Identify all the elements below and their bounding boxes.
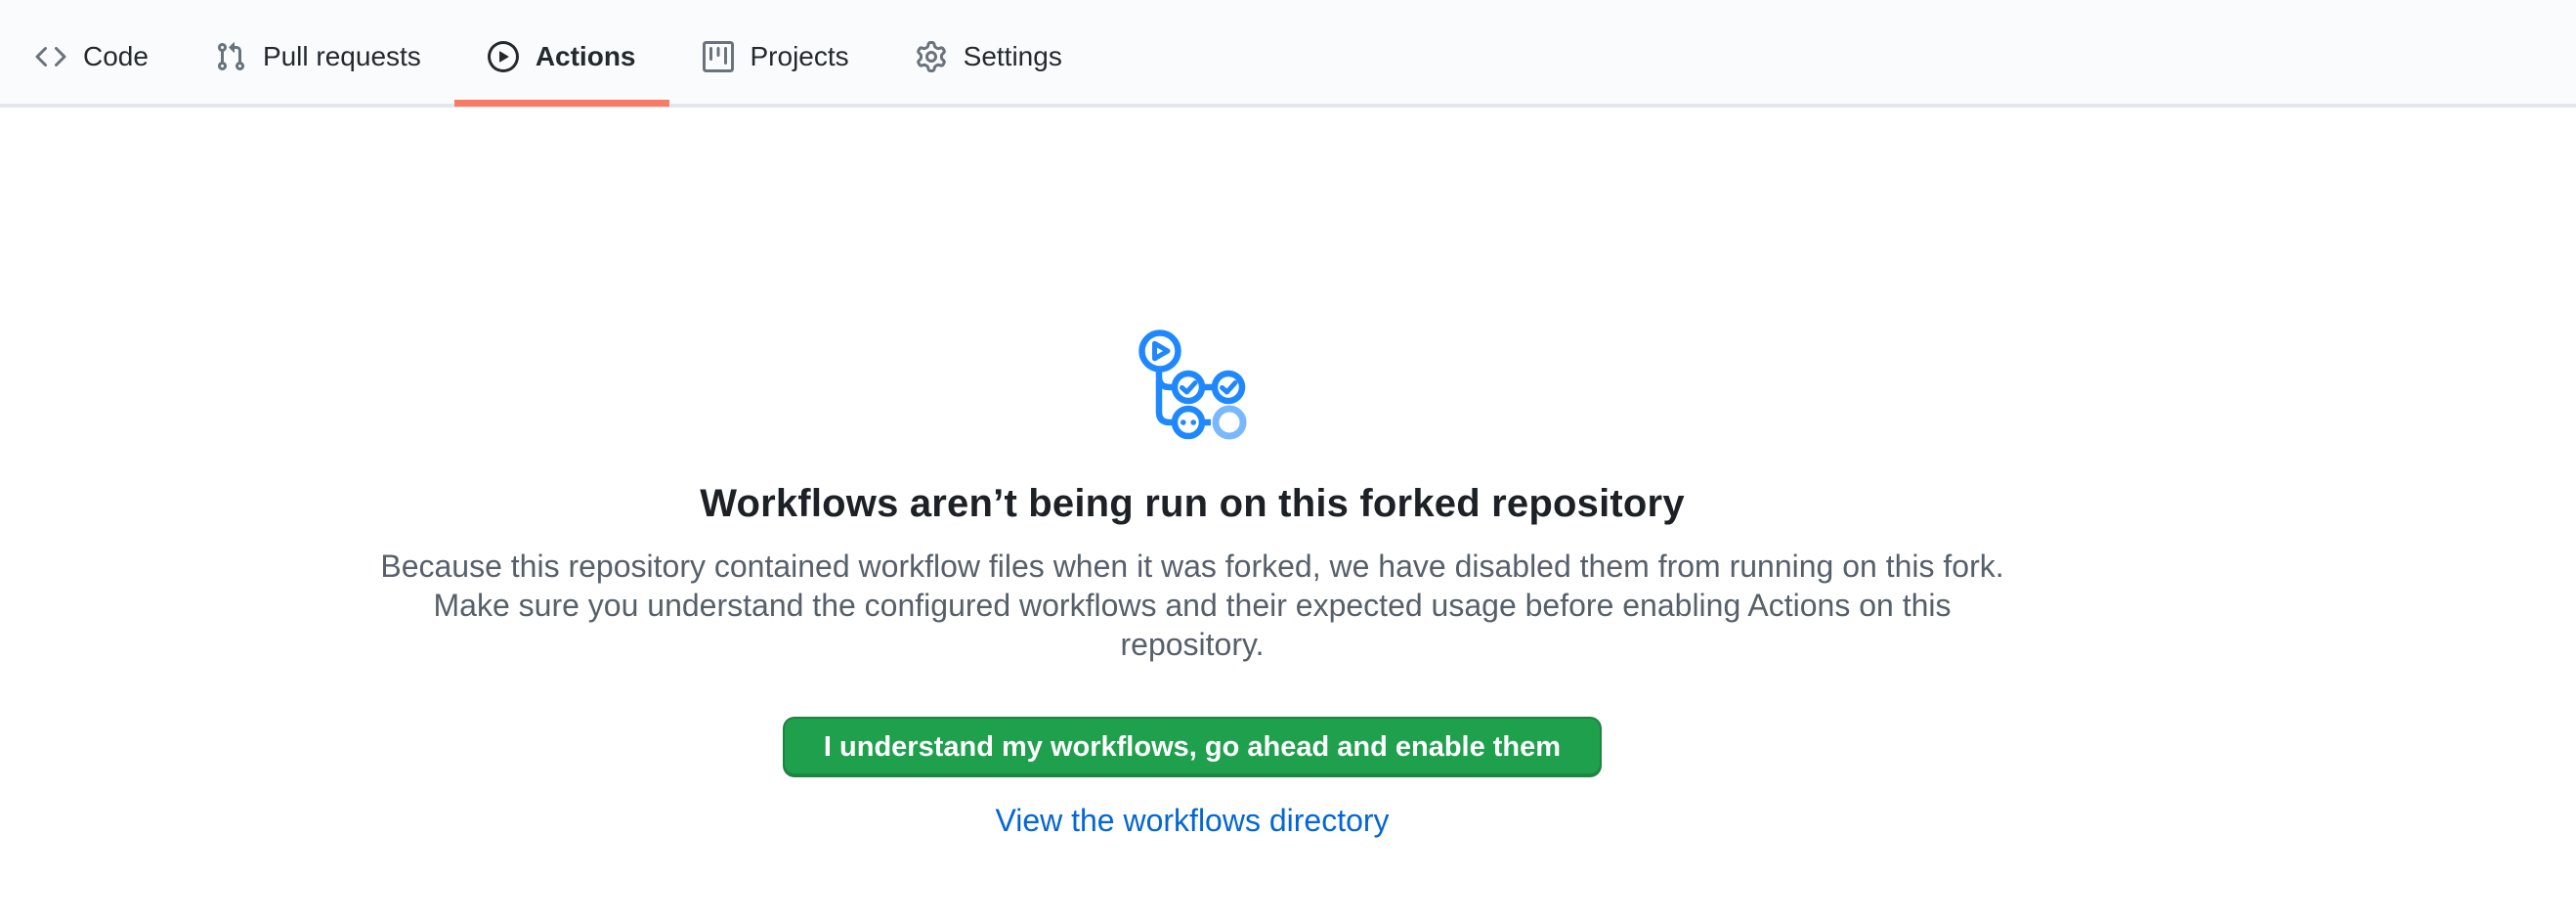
- tab-label: Pull requests: [263, 41, 421, 72]
- code-icon: [35, 41, 66, 72]
- tab-label: Projects: [751, 41, 849, 72]
- play-circle-icon: [488, 41, 519, 72]
- tab-label: Code: [83, 41, 149, 72]
- workflow-graph-icon: [1137, 329, 1248, 440]
- view-workflows-link[interactable]: View the workflows directory: [0, 803, 2384, 839]
- tab-projects[interactable]: Projects: [669, 10, 882, 104]
- blankslate-description: Because this repository contained workfl…: [371, 547, 2013, 664]
- tab-label: Actions: [536, 41, 636, 72]
- enable-workflows-button[interactable]: I understand my workflows, go ahead and …: [783, 717, 1602, 777]
- tab-settings[interactable]: Settings: [882, 10, 1095, 104]
- tab-pull-requests[interactable]: Pull requests: [182, 10, 454, 104]
- gear-icon: [916, 41, 947, 72]
- tab-label: Settings: [964, 41, 1062, 72]
- tab-code[interactable]: Code: [2, 10, 182, 104]
- repo-tab-bar: Code Pull requests Actions Projects Sett…: [0, 0, 2576, 108]
- git-pull-request-icon: [215, 41, 246, 72]
- tab-actions[interactable]: Actions: [454, 10, 669, 104]
- page-title: Workflows aren’t being run on this forke…: [0, 478, 2384, 529]
- project-icon: [703, 41, 734, 72]
- actions-blankslate: Workflows aren’t being run on this forke…: [0, 108, 2384, 839]
